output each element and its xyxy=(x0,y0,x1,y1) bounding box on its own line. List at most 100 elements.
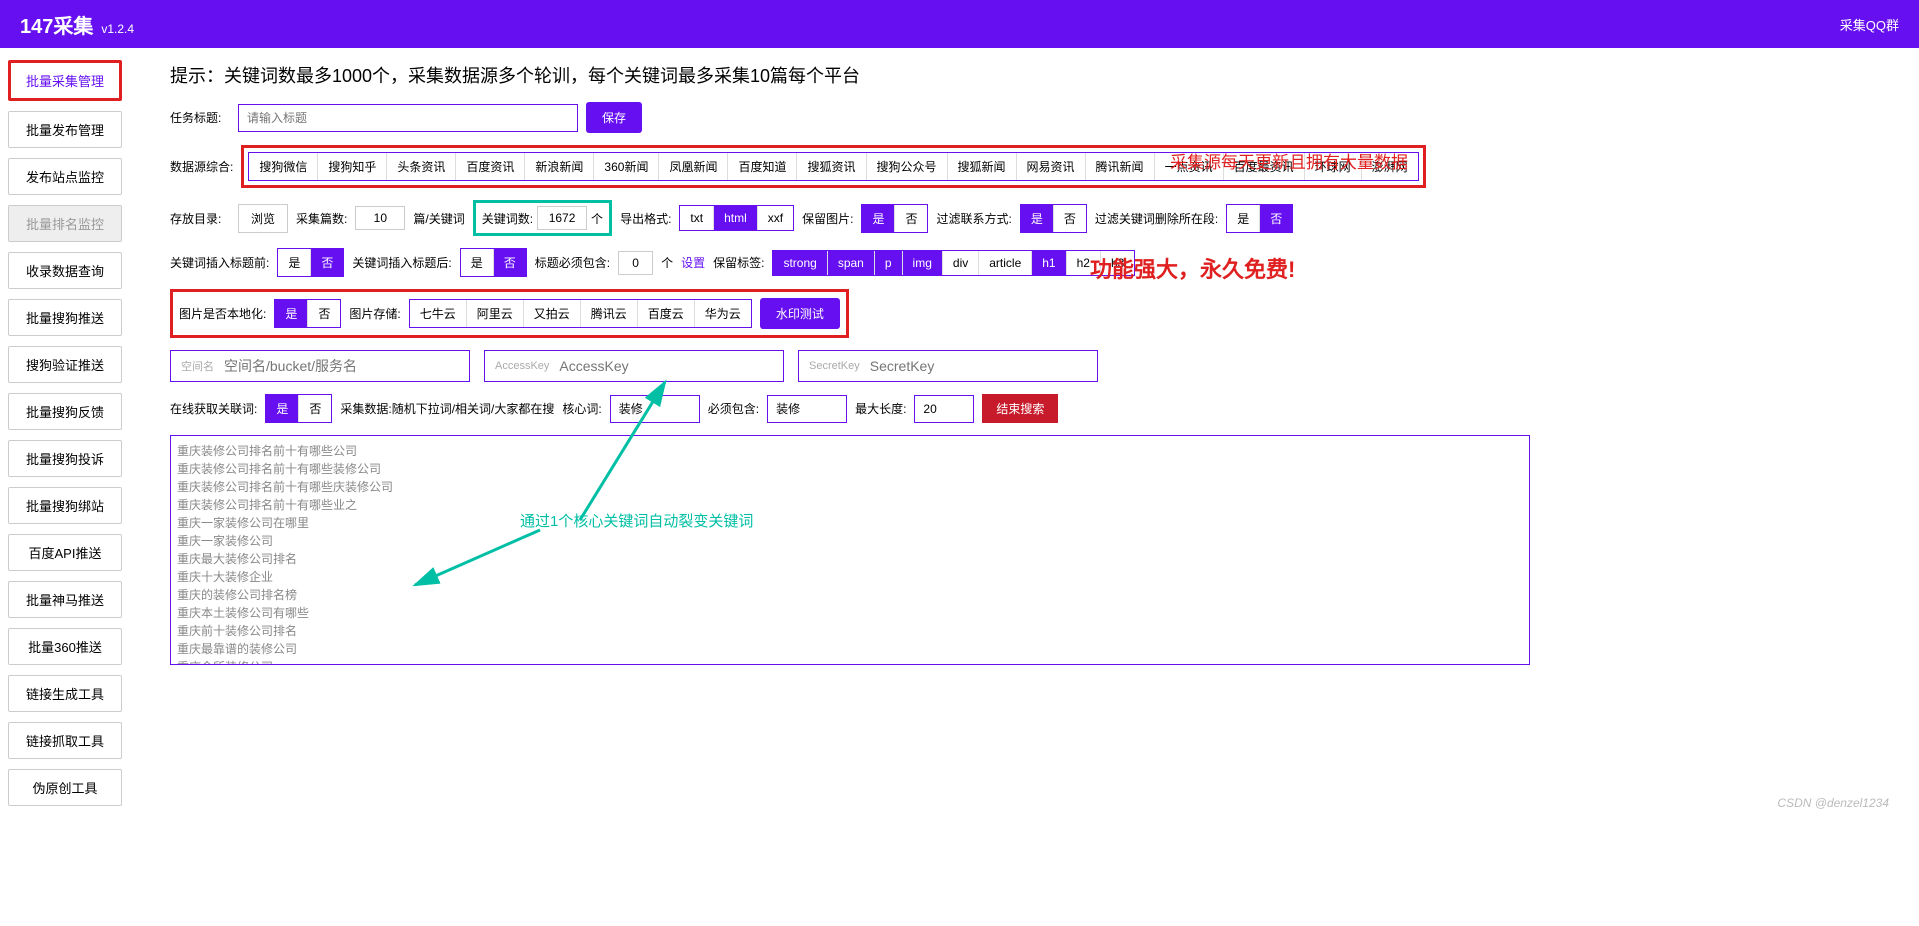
task-title-input[interactable] xyxy=(238,104,578,132)
watermark-text: CSDN @denzel1234 xyxy=(1777,796,1889,810)
img-store-label: 图片存储: xyxy=(349,305,400,322)
keep-img-toggle[interactable]: 是 否 xyxy=(861,204,928,233)
kw-unit: 个 xyxy=(591,210,603,227)
src-tags-11[interactable]: 网易资讯 xyxy=(1017,153,1086,180)
src-tags-9[interactable]: 搜狗公众号 xyxy=(867,153,948,180)
sidebar-item-12[interactable]: 批量360推送 xyxy=(8,628,122,665)
cloud-tags-1[interactable]: 阿里云 xyxy=(467,300,524,327)
note-split: 通过1个核心关键词自动裂变关键词 xyxy=(520,510,753,531)
kw-count-input[interactable] xyxy=(537,206,587,230)
space-input[interactable] xyxy=(224,358,459,374)
fmt-label: 导出格式: xyxy=(620,210,671,227)
kw-count-label: 关键词数: xyxy=(482,210,533,227)
sidebar-item-13[interactable]: 链接生成工具 xyxy=(8,675,122,712)
accesskey-field[interactable]: AccessKey xyxy=(484,350,784,382)
src-tags-6[interactable]: 凤凰新闻 xyxy=(659,153,728,180)
cloud-tags-4[interactable]: 百度云 xyxy=(638,300,695,327)
task-title-label: 任务标题: xyxy=(170,109,230,126)
insert-after-toggle[interactable]: 是 否 xyxy=(460,248,527,277)
local-img-toggle[interactable]: 是 否 xyxy=(274,299,341,328)
html-tags-6[interactable]: h1 xyxy=(1032,251,1066,275)
cloud-tags-2[interactable]: 又拍云 xyxy=(524,300,581,327)
contact-toggle[interactable]: 是 否 xyxy=(1020,204,1087,233)
hint-text: 提示：关键词数最多1000个，采集数据源多个轮训，每个关键词最多采集10篇每个平… xyxy=(170,62,1899,88)
count-label: 采集篇数: xyxy=(296,210,347,227)
src-tags-10[interactable]: 搜狐新闻 xyxy=(948,153,1017,180)
qq-group-link[interactable]: 采集QQ群 xyxy=(1840,15,1899,34)
src-tags-0[interactable]: 搜狗微信 xyxy=(249,153,318,180)
insert-before-label: 关键词插入标题前: xyxy=(170,254,269,271)
html-tags-0[interactable]: strong xyxy=(773,251,827,275)
max-input[interactable] xyxy=(914,395,974,423)
src-tags-3[interactable]: 百度资讯 xyxy=(456,153,525,180)
sidebar-item-15[interactable]: 伪原创工具 xyxy=(8,769,122,806)
src-tags-1[interactable]: 搜狗知乎 xyxy=(318,153,387,180)
max-label: 最大长度: xyxy=(855,400,906,417)
html-tags-5[interactable]: article xyxy=(979,251,1032,275)
app-title: 147采集 xyxy=(20,10,93,39)
keywords-textarea[interactable] xyxy=(170,435,1530,665)
accesskey-input[interactable] xyxy=(559,358,773,374)
html-tags-3[interactable]: img xyxy=(903,251,943,275)
online-kw-toggle[interactable]: 是 否 xyxy=(265,394,332,423)
html-tags-2[interactable]: p xyxy=(875,251,903,275)
sidebar-item-8[interactable]: 批量搜狗投诉 xyxy=(8,440,122,477)
online-src-label: 采集数据:随机下拉词/相关词/大家都在搜 xyxy=(340,400,554,417)
browse-button[interactable]: 浏览 xyxy=(238,204,288,233)
fmt-tags-1[interactable]: html xyxy=(714,206,758,230)
sidebar-item-10[interactable]: 百度API推送 xyxy=(8,534,122,571)
sidebar-item-0[interactable]: 批量采集管理 xyxy=(8,60,122,101)
cloud-tags-3[interactable]: 腾讯云 xyxy=(581,300,638,327)
set-link[interactable]: 设置 xyxy=(681,254,705,271)
sidebar-item-9[interactable]: 批量搜狗绑站 xyxy=(8,487,122,524)
top-header: 147采集 v1.2.4 采集QQ群 xyxy=(0,0,1919,48)
src-tags-12[interactable]: 腾讯新闻 xyxy=(1086,153,1155,180)
sidebar-item-2[interactable]: 发布站点监控 xyxy=(8,158,122,195)
count-unit: 篇/关键词 xyxy=(413,210,464,227)
src-tags-8[interactable]: 搜狐资讯 xyxy=(797,153,866,180)
secretkey-field[interactable]: SecretKey xyxy=(798,350,1098,382)
insert-before-toggle[interactable]: 是 否 xyxy=(277,248,344,277)
contact-label: 过滤联系方式: xyxy=(936,210,1011,227)
sidebar-item-11[interactable]: 批量神马推送 xyxy=(8,581,122,618)
watermark-test-button[interactable]: 水印测试 xyxy=(760,298,840,329)
cloud-tags-5[interactable]: 华为云 xyxy=(695,300,751,327)
core-input[interactable] xyxy=(610,395,700,423)
secretkey-input[interactable] xyxy=(870,358,1087,374)
sidebar-item-3[interactable]: 批量排名监控 xyxy=(8,205,122,242)
cloud-tags-0[interactable]: 七牛云 xyxy=(410,300,467,327)
sidebar-item-6[interactable]: 搜狗验证推送 xyxy=(8,346,122,383)
sidebar-item-4[interactable]: 收录数据查询 xyxy=(8,252,122,289)
save-button[interactable]: 保存 xyxy=(586,102,642,133)
fmt-tags-2[interactable]: xxf xyxy=(758,206,793,230)
keep-img-label: 保留图片: xyxy=(802,210,853,227)
end-search-button[interactable]: 结束搜索 xyxy=(982,394,1058,423)
sidebar-item-5[interactable]: 批量搜狗推送 xyxy=(8,299,122,336)
src-tags-7[interactable]: 百度知道 xyxy=(728,153,797,180)
sidebar-nav: 批量采集管理批量发布管理发布站点监控批量排名监控收录数据查询批量搜狗推送搜狗验证… xyxy=(0,48,130,818)
html-tags-1[interactable]: span xyxy=(828,251,875,275)
filter-toggle[interactable]: 是 否 xyxy=(1226,204,1293,233)
src-tags-5[interactable]: 360新闻 xyxy=(594,153,659,180)
format-tags: txthtmlxxf xyxy=(679,205,794,231)
local-img-label: 图片是否本地化: xyxy=(179,305,266,322)
fmt-tags-0[interactable]: txt xyxy=(680,206,714,230)
app-version: v1.2.4 xyxy=(101,22,134,36)
filter-label: 过滤关键词删除所在段: xyxy=(1095,210,1218,227)
sidebar-item-14[interactable]: 链接抓取工具 xyxy=(8,722,122,759)
html-tags-4[interactable]: div xyxy=(943,251,979,275)
must-contain-label: 标题必须包含: xyxy=(535,254,610,271)
sidebar-item-1[interactable]: 批量发布管理 xyxy=(8,111,122,148)
keep-tag-label: 保留标签: xyxy=(713,254,764,271)
count-input[interactable] xyxy=(355,206,405,230)
must-contain-input[interactable] xyxy=(618,251,653,275)
space-field[interactable]: 空间名 xyxy=(170,350,470,382)
sidebar-item-7[interactable]: 批量搜狗反馈 xyxy=(8,393,122,430)
must-input[interactable] xyxy=(767,395,847,423)
src-tags-4[interactable]: 新浪新闻 xyxy=(525,153,594,180)
html-tags: strongspanpimgdivarticleh1h2h3 xyxy=(772,250,1135,276)
cloud-tags: 七牛云阿里云又拍云腾讯云百度云华为云 xyxy=(409,299,752,328)
main-content: 提示：关键词数最多1000个，采集数据源多个轮训，每个关键词最多采集10篇每个平… xyxy=(130,48,1919,818)
src-tags-2[interactable]: 头条资讯 xyxy=(387,153,456,180)
note-source: 采集源每天更新且拥有大量数据 xyxy=(1170,148,1408,173)
